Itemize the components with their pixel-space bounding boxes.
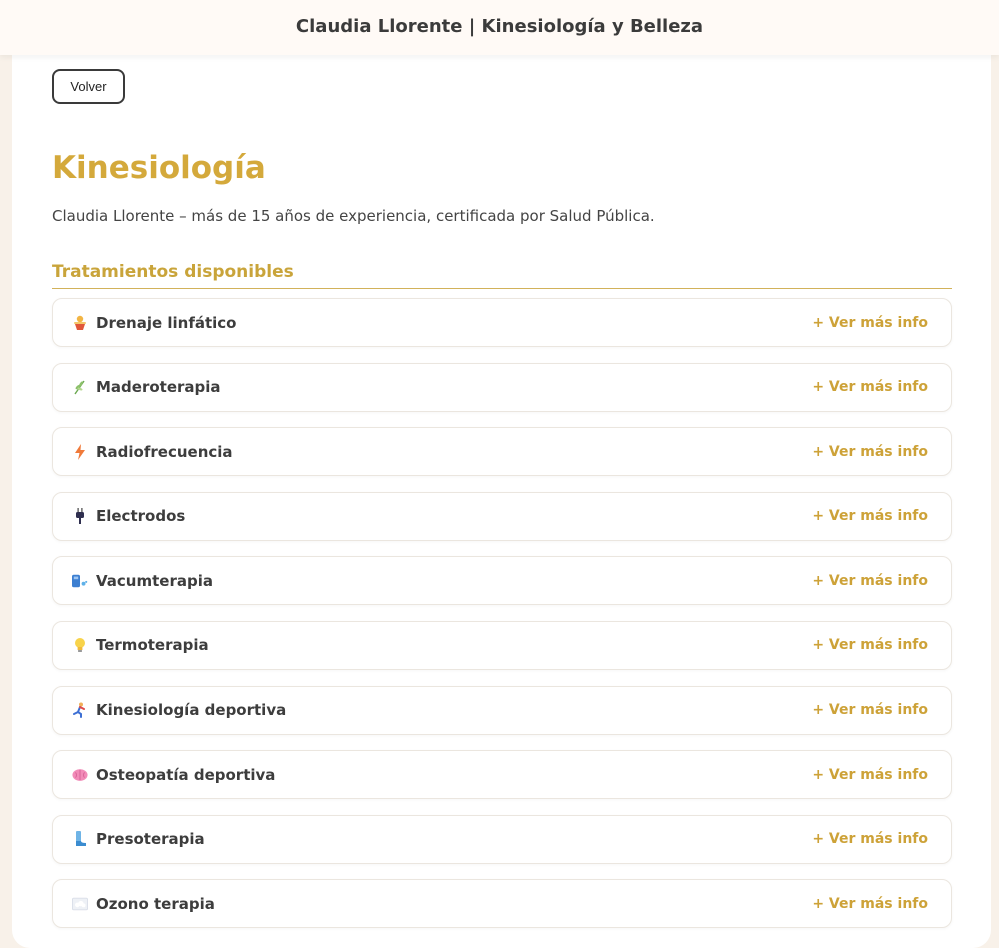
treatment-label: Termoterapia	[96, 636, 209, 655]
treatment-item[interactable]: Presoterapia + Ver más info	[52, 814, 952, 864]
treatment-item[interactable]: Vacumterapia + Ver más info	[52, 556, 952, 606]
more-info-link[interactable]: + Ver más info	[812, 831, 928, 847]
more-info-link[interactable]: + Ver más info	[812, 896, 928, 912]
treatments-heading: Tratamientos disponibles	[52, 262, 952, 289]
plug-icon	[72, 508, 88, 525]
more-info-link[interactable]: + Ver más info	[812, 508, 928, 524]
top-header: Claudia Llorente | Kinesiología y Bellez…	[0, 0, 999, 55]
vacuum-icon	[72, 573, 88, 589]
treatment-item[interactable]: Drenaje linfático + Ver más info	[52, 298, 952, 347]
treatment-item[interactable]: Maderoterapia + Ver más info	[52, 362, 952, 412]
more-info-link[interactable]: + Ver más info	[812, 444, 928, 460]
treatment-label: Radiofrecuencia	[96, 442, 233, 461]
more-info-link[interactable]: + Ver más info	[812, 702, 928, 718]
brain-icon	[72, 767, 88, 783]
more-info-link[interactable]: + Ver más info	[812, 315, 928, 331]
boot-icon	[72, 831, 88, 847]
massage-icon	[72, 315, 88, 331]
treatment-item[interactable]: Ozono terapia + Ver más info	[52, 879, 952, 929]
herb-icon	[72, 379, 88, 395]
more-info-link[interactable]: + Ver más info	[812, 379, 928, 395]
page-title: Kinesiología	[52, 150, 266, 186]
treatment-label: Drenaje linfático	[96, 313, 237, 332]
treatment-label: Maderoterapia	[96, 378, 221, 397]
cloud-icon	[72, 896, 88, 912]
treatment-label: Ozono terapia	[96, 894, 215, 913]
treatment-label: Electrodos	[96, 507, 186, 526]
more-info-link[interactable]: + Ver más info	[812, 573, 928, 589]
treatment-item[interactable]: Termoterapia + Ver más info	[52, 620, 952, 670]
back-button[interactable]: Volver	[52, 69, 125, 104]
treatments-list: Drenaje linfático + Ver más info Maderot…	[52, 298, 952, 944]
treatment-label: Presoterapia	[96, 830, 205, 849]
more-info-link[interactable]: + Ver más info	[812, 637, 928, 653]
treatment-item[interactable]: Electrodos + Ver más info	[52, 491, 952, 541]
treatment-label: Kinesiología deportiva	[96, 701, 287, 720]
treatment-item[interactable]: Osteopatía deportiva + Ver más info	[52, 750, 952, 800]
treatment-label: Osteopatía deportiva	[96, 765, 276, 784]
treatment-item[interactable]: Kinesiología deportiva + Ver más info	[52, 685, 952, 735]
treatment-label: Vacumterapia	[96, 571, 213, 590]
more-info-link[interactable]: + Ver más info	[812, 767, 928, 783]
treatment-item[interactable]: Radiofrecuencia + Ver más info	[52, 427, 952, 477]
page-subtitle: Claudia Llorente – más de 15 años de exp…	[52, 207, 655, 225]
lightning-icon	[72, 443, 88, 460]
lightbulb-icon	[72, 637, 88, 653]
site-title: Claudia Llorente | Kinesiología y Bellez…	[295, 16, 704, 37]
runner-icon	[72, 702, 88, 719]
